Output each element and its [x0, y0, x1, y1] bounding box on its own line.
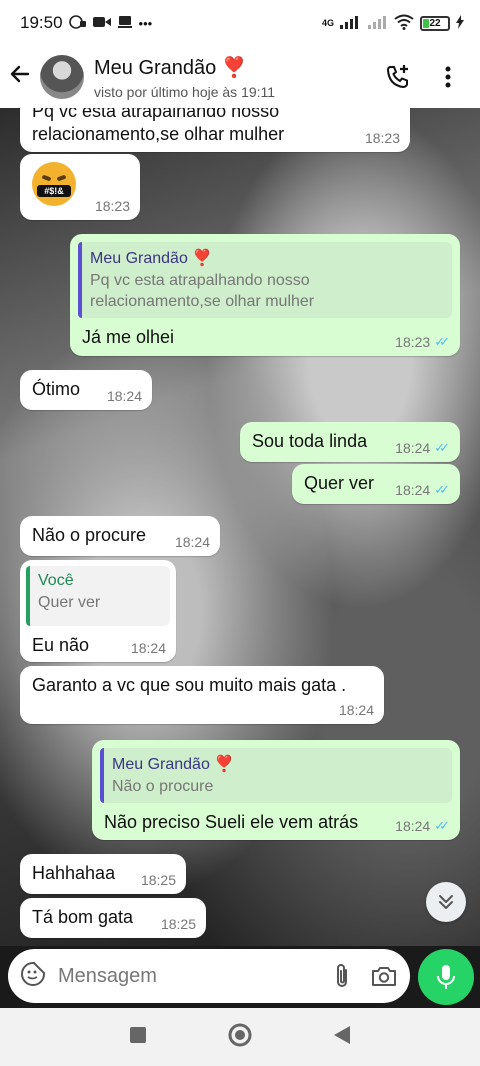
message-time: 18:24	[106, 388, 142, 404]
read-ticks-icon: ✓✓	[434, 334, 450, 349]
sticker-icon	[21, 961, 45, 986]
quote-text: Quer ver	[38, 594, 101, 611]
read-ticks-icon: ✓✓	[434, 818, 450, 833]
battery-icon: 22	[420, 15, 450, 31]
video-icon	[92, 16, 111, 31]
read-ticks-icon: ✓✓	[434, 440, 450, 455]
message-incoming[interactable]: Não o procure 18:24	[20, 516, 220, 556]
message-time: 18:23	[94, 198, 130, 214]
add-call-icon	[386, 65, 408, 89]
quote-author: Você	[38, 572, 74, 589]
message-incoming[interactable]: Você Quer ver Eu não 18:24	[20, 560, 176, 662]
back-arrow-icon[interactable]	[8, 62, 36, 93]
app-icon	[117, 14, 133, 33]
double-chevron-down-icon	[439, 895, 453, 909]
message-time: 18:25	[140, 872, 176, 888]
signal-2-icon	[368, 15, 388, 32]
message-incoming[interactable]: #$!& 18:23	[20, 154, 140, 220]
message-outgoing[interactable]: Quer ver 18:24 ✓✓	[292, 464, 460, 504]
camera-button[interactable]	[370, 962, 398, 990]
attach-button[interactable]	[328, 962, 356, 990]
message-input[interactable]: Mensagem	[58, 965, 314, 988]
home-button[interactable]	[227, 1022, 253, 1053]
back-button[interactable]	[333, 1025, 351, 1050]
recent-apps-button[interactable]	[129, 1026, 147, 1049]
add-call-button[interactable]	[378, 57, 418, 97]
composer-bar: Mensagem	[0, 946, 480, 1008]
last-seen: visto por último hoje às 19:11	[94, 83, 276, 100]
status-icons: •••	[68, 14, 153, 33]
chat-area[interactable]: Pq vc esta atrapalhando nosso relacionam…	[0, 108, 480, 946]
contact-avatar[interactable]	[40, 55, 84, 99]
message-input-container[interactable]: Mensagem	[8, 949, 410, 1003]
network-label: 4G	[321, 18, 334, 28]
more-notifications-icon: •••	[138, 15, 153, 31]
reply-quote[interactable]: Meu Grandão ❣️ Pq vc esta atrapalhando n…	[78, 242, 452, 318]
read-ticks-icon: ✓✓	[434, 482, 450, 497]
message-incoming[interactable]: Hahhahaa 18:25	[20, 854, 186, 894]
message-meta: 18:24 ✓✓	[395, 440, 450, 456]
circle-icon	[228, 1023, 252, 1046]
message-incoming[interactable]: Tá bom gata 18:25	[20, 898, 206, 938]
square-icon	[130, 1026, 146, 1043]
message-time: 18:24	[338, 702, 374, 718]
signal-icon	[340, 15, 362, 32]
message-outgoing[interactable]: Sou toda linda 18:24 ✓✓	[240, 422, 460, 462]
message-text: Garanto a vc que sou muito mais gata .	[32, 675, 347, 695]
voice-message-button[interactable]	[418, 949, 474, 1005]
battery-level: 22	[429, 17, 441, 29]
message-incoming[interactable]: Pq vc esta atrapalhando nosso relacionam…	[20, 108, 410, 152]
status-right: 4G 22	[322, 14, 464, 33]
notification-icon	[68, 14, 87, 32]
sticker-button[interactable]	[20, 961, 46, 992]
status-bar: 19:50 ••• 4G 22	[0, 0, 480, 46]
microphone-icon	[437, 965, 455, 989]
message-time: 18:24	[174, 534, 210, 550]
scroll-to-bottom-button[interactable]	[426, 882, 466, 922]
reply-quote[interactable]: Você Quer ver	[26, 566, 170, 626]
message-time: 18:25	[160, 916, 196, 932]
wifi-icon	[394, 14, 414, 33]
paperclip-icon	[337, 964, 347, 987]
contact-info[interactable]: Meu Grandão ❣️ visto por último hoje às …	[94, 55, 368, 100]
quote-text: Não o procure	[112, 778, 214, 795]
cursing-face-emoji-icon: #$!&	[32, 162, 76, 206]
reply-quote[interactable]: Meu Grandão ❣️ Não o procure	[100, 748, 452, 803]
message-meta: 18:24 ✓✓	[395, 482, 450, 498]
camera-icon	[372, 967, 396, 986]
message-time: 18:23	[364, 130, 400, 146]
chat-header: Meu Grandão ❣️ visto por último hoje às …	[0, 46, 480, 108]
quote-author: Meu Grandão ❣️	[90, 250, 213, 267]
message-meta: 18:24 ✓✓	[395, 818, 450, 834]
system-nav-bar	[0, 1008, 480, 1066]
message-incoming[interactable]: Garanto a vc que sou muito mais gata . 1…	[20, 666, 384, 724]
message-outgoing[interactable]: Meu Grandão ❣️ Não o procure Não preciso…	[92, 740, 460, 840]
triangle-back-icon	[334, 1025, 350, 1044]
message-meta: 18:23 ✓✓	[395, 334, 450, 350]
more-options-button[interactable]	[428, 57, 468, 97]
charging-icon	[456, 14, 464, 32]
message-time: 18:24	[130, 640, 166, 656]
status-time: 19:50	[20, 13, 63, 32]
message-outgoing[interactable]: Meu Grandão ❣️ Pq vc esta atrapalhando n…	[70, 234, 460, 356]
more-vert-icon	[445, 66, 451, 88]
message-text: Pq vc esta atrapalhando nosso relacionam…	[32, 108, 285, 144]
message-incoming[interactable]: Ótimo 18:24	[20, 370, 152, 410]
quote-text: Pq vc esta atrapalhando nosso relacionam…	[90, 272, 315, 310]
quote-author: Meu Grandão ❣️	[112, 756, 235, 773]
contact-name: Meu Grandão ❣️	[94, 56, 247, 79]
